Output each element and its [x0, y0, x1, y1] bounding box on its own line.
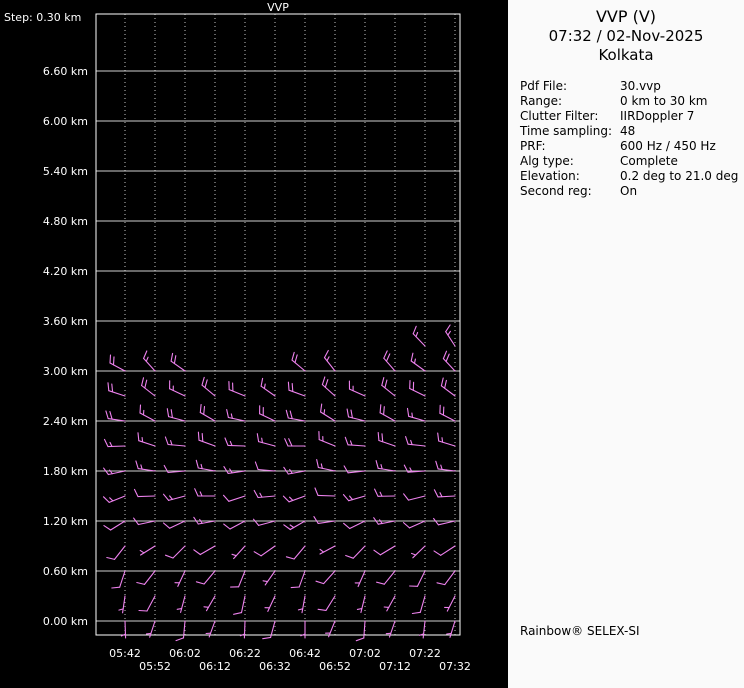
field-value: 0 km to 30 km: [620, 94, 744, 109]
svg-text:4.20 km: 4.20 km: [43, 265, 88, 278]
svg-text:06:42: 06:42: [289, 647, 321, 660]
svg-text:0.60 km: 0.60 km: [43, 565, 88, 578]
field-label: Second reg:: [520, 184, 620, 199]
field-label: Range:: [520, 94, 620, 109]
field-value: 30.vvp: [620, 79, 744, 94]
svg-text:6.00 km: 6.00 km: [43, 115, 88, 128]
field-label: Pdf File:: [520, 79, 620, 94]
wind-profile-panel: VVP Step: 0.30 km 6.60 km 6.00 km 5.40 km 4.8…: [0, 0, 508, 688]
svg-text:06:52: 06:52: [319, 660, 351, 673]
svg-text:07:12: 07:12: [379, 660, 411, 673]
field-label: Alg type:: [520, 154, 620, 169]
field-label: Clutter Filter:: [520, 109, 620, 124]
svg-text:0.00 km: 0.00 km: [43, 615, 88, 628]
svg-text:VVP: VVP: [267, 1, 289, 14]
info-panel: VVP (V) 07:32 / 02-Nov-2025 Kolkata Pdf …: [508, 0, 744, 688]
site-name: Kolkata: [508, 46, 744, 65]
field-prf: PRF: 600 Hz / 450 Hz: [520, 139, 744, 154]
field-value: On: [620, 184, 744, 199]
field-value: 0.2 deg to 21.0 deg: [620, 169, 744, 184]
timestamp: 07:32 / 02-Nov-2025: [508, 27, 744, 46]
field-alg-type: Alg type: Complete: [520, 154, 744, 169]
vvp-application-window: VVP Step: 0.30 km 6.60 km 6.00 km 5.40 km 4.8…: [0, 0, 744, 688]
svg-text:2.40 km: 2.40 km: [43, 415, 88, 428]
field-value: IIRDoppler 7: [620, 109, 744, 124]
svg-text:3.00 km: 3.00 km: [43, 365, 88, 378]
svg-text:05:42: 05:42: [109, 647, 141, 660]
field-second-reg: Second reg: On: [520, 184, 744, 199]
field-value: 600 Hz / 450 Hz: [620, 139, 744, 154]
svg-text:06:32: 06:32: [259, 660, 291, 673]
brand-footer: Rainbow® SELEX-SI: [520, 624, 640, 638]
field-label: PRF:: [520, 139, 620, 154]
svg-text:1.80 km: 1.80 km: [43, 465, 88, 478]
field-clutter-filter: Clutter Filter: IIRDoppler 7: [520, 109, 744, 124]
svg-text:5.40 km: 5.40 km: [43, 165, 88, 178]
svg-text:07:02: 07:02: [349, 647, 381, 660]
field-elevation: Elevation: 0.2 deg to 21.0 deg: [520, 169, 744, 184]
wind-barb-chart: VVP Step: 0.30 km 6.60 km 6.00 km 5.40 km 4.8…: [0, 0, 508, 688]
svg-text:6.60 km: 6.60 km: [43, 65, 88, 78]
svg-text:07:32: 07:32: [439, 660, 471, 673]
svg-text:07:22: 07:22: [409, 647, 441, 660]
field-value: 48: [620, 124, 744, 139]
field-value: Complete: [620, 154, 744, 169]
metadata-fields: Pdf File: 30.vvp Range: 0 km to 30 km Cl…: [520, 79, 744, 199]
svg-text:4.80 km: 4.80 km: [43, 215, 88, 228]
svg-text:06:12: 06:12: [199, 660, 231, 673]
panel-title: VVP (V): [508, 7, 744, 27]
svg-text:3.60 km: 3.60 km: [43, 315, 88, 328]
field-label: Time sampling:: [520, 124, 620, 139]
svg-text:1.20 km: 1.20 km: [43, 515, 88, 528]
field-label: Elevation:: [520, 169, 620, 184]
svg-text:05:52: 05:52: [139, 660, 171, 673]
field-pdf-file: Pdf File: 30.vvp: [520, 79, 744, 94]
svg-text:06:22: 06:22: [229, 647, 261, 660]
field-range: Range: 0 km to 30 km: [520, 94, 744, 109]
field-time-sampling: Time sampling: 48: [520, 124, 744, 139]
svg-text:Step: 0.30 km: Step: 0.30 km: [4, 11, 81, 24]
svg-text:06:02: 06:02: [169, 647, 201, 660]
